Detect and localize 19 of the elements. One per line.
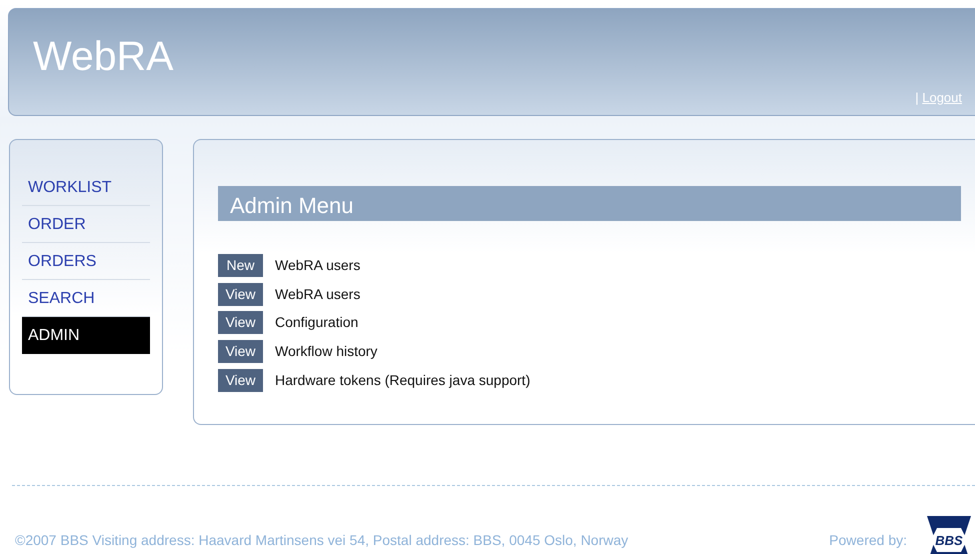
entry-label: Workflow history [275,342,378,361]
sidebar-item[interactable]: WORKLIST [22,169,150,206]
action-button[interactable]: View [218,340,263,363]
app-title: WebRA [33,36,174,77]
section-title: Admin Menu [218,186,961,221]
powered-by-label: Powered by: [829,530,907,550]
footer-text: ©2007 BBS Visiting address: Haavard Martinsens vei 54, Postal address: BBS, 0045 Oslo, Norway [15,530,628,550]
action-button[interactable]: View [218,311,263,334]
entry-label: Configuration [275,313,358,332]
action-button[interactable]: New [218,254,263,277]
sidebar-item[interactable]: ADMIN [22,317,150,354]
entry-label: Hardware tokens (Requires java support) [275,370,530,390]
separator: | [915,90,919,104]
entry-label: WebRA users [275,284,360,304]
sidebar-item[interactable]: ORDER [22,206,150,243]
sidebar-item[interactable]: ORDERS [22,243,150,280]
action-button[interactable]: View [218,368,263,392]
entry-label: WebRA users [275,256,360,275]
action-button[interactable]: View [218,282,263,306]
